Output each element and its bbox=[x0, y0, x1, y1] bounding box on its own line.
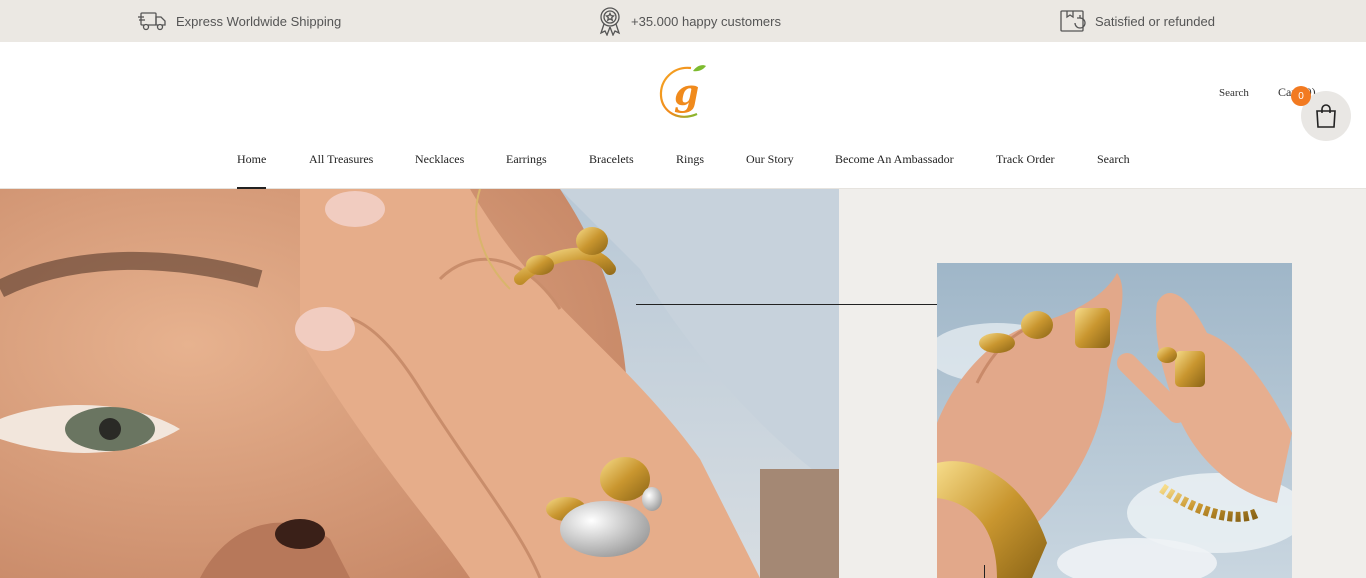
hero-main-image bbox=[0, 189, 839, 578]
hero-section bbox=[0, 189, 1366, 578]
award-badge-icon bbox=[599, 7, 621, 36]
nav-item-track-order[interactable]: Track Order bbox=[996, 152, 1055, 189]
nav-item-home[interactable]: Home bbox=[237, 152, 267, 189]
hands-rings-photo bbox=[937, 263, 1292, 578]
svg-text:g: g bbox=[674, 72, 699, 114]
brand-logo[interactable]: g bbox=[657, 62, 711, 122]
brand-logo-icon: g bbox=[659, 65, 706, 118]
perk-refund: Satisfied or refunded bbox=[1059, 0, 1215, 42]
nav-item-earrings[interactable]: Earrings bbox=[506, 152, 547, 189]
nav-item-rings[interactable]: Rings bbox=[676, 152, 704, 189]
hero-side-image bbox=[937, 263, 1292, 578]
delivery-truck-icon bbox=[138, 12, 166, 31]
perk-customers: +35.000 happy customers bbox=[597, 0, 781, 42]
site-header: g Search Cart (0) 0 Home All Treasures N… bbox=[0, 42, 1366, 189]
nav-item-our-story[interactable]: Our Story bbox=[746, 152, 794, 189]
cart-count-badge: 0 bbox=[1291, 86, 1311, 106]
nav-item-all-treasures[interactable]: All Treasures bbox=[309, 152, 373, 189]
refund-box-icon bbox=[1060, 10, 1086, 32]
hero-connector-line bbox=[636, 304, 938, 305]
perk-shipping: Express Worldwide Shipping bbox=[138, 0, 341, 42]
header-search-link[interactable]: Search bbox=[1219, 87, 1249, 99]
perk-label: Satisfied or refunded bbox=[1095, 13, 1215, 29]
hero-face-photo bbox=[0, 189, 839, 578]
perk-label: +35.000 happy customers bbox=[631, 13, 781, 29]
announcement-bar: Express Worldwide Shipping +35.000 happy… bbox=[0, 0, 1366, 42]
hero-connector-line-vertical bbox=[984, 565, 985, 578]
main-navigation: Home All Treasures Necklaces Earrings Br… bbox=[0, 152, 1366, 189]
nav-item-bracelets[interactable]: Bracelets bbox=[589, 152, 634, 189]
nav-item-become-ambassador[interactable]: Become An Ambassador bbox=[835, 152, 954, 189]
perk-label: Express Worldwide Shipping bbox=[176, 13, 342, 29]
nav-item-necklaces[interactable]: Necklaces bbox=[415, 152, 464, 189]
shopping-bag-icon bbox=[1316, 104, 1336, 128]
nav-item-search[interactable]: Search bbox=[1097, 152, 1130, 189]
